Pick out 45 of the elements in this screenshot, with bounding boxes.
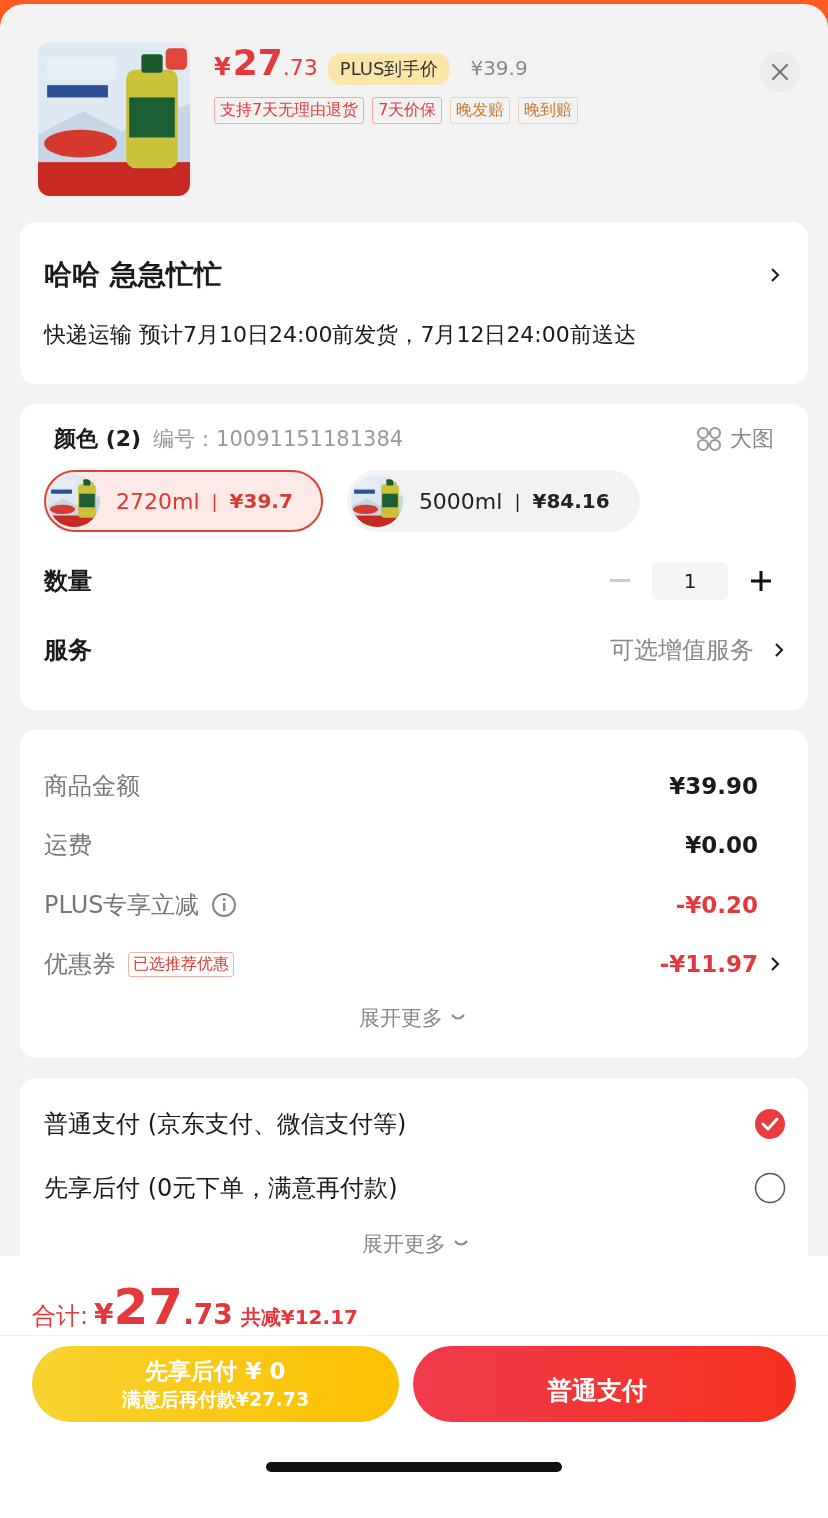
- original-price: ¥39.9: [470, 56, 528, 80]
- big-image-link[interactable]: 大图: [696, 424, 774, 454]
- cost-label: 优惠券: [44, 949, 116, 981]
- cost-label: 运费: [44, 830, 92, 862]
- service-value[interactable]: 可选增值服务: [610, 634, 754, 666]
- order-total: 合计: ¥27.73 共减¥12.17: [0, 1256, 828, 1336]
- plus-price-badge: PLUS到手价: [327, 53, 451, 85]
- payment-option[interactable]: 先享后付 (0元下单，满意再付款): [44, 1172, 398, 1204]
- recipient-name: 哈哈 急急忙忙: [44, 257, 222, 293]
- grid-icon: [696, 426, 722, 452]
- chevron-right-icon[interactable]: [770, 267, 780, 283]
- expand-more-link[interactable]: 展开更多: [44, 1230, 786, 1258]
- close-icon: [771, 63, 789, 81]
- coupon-badge: 已选推荐优惠: [128, 951, 234, 977]
- pay-button[interactable]: 普通支付: [413, 1346, 796, 1422]
- checked-radio-icon[interactable]: [754, 1108, 786, 1140]
- cost-value: -¥0.20: [675, 891, 758, 918]
- variant-option[interactable]: 2720ml | ¥39.7: [44, 470, 323, 532]
- quantity-label: 数量: [44, 566, 92, 597]
- service-tag: 7天价保: [372, 97, 443, 124]
- quantity-field[interactable]: 1: [652, 562, 728, 600]
- service-label: 服务: [44, 635, 92, 666]
- spec-label: 颜色 (2): [54, 425, 142, 453]
- service-tag: 晚发赔: [450, 97, 511, 124]
- chevron-right-icon[interactable]: [770, 956, 780, 973]
- cost-label: PLUS专享立减: [44, 889, 200, 921]
- product-price: ¥27.73: [214, 42, 318, 83]
- service-tag: 支持7天无理由退货: [214, 97, 365, 124]
- cost-value: ¥0.00: [685, 832, 758, 859]
- variant-option[interactable]: 5000ml | ¥84.16: [346, 470, 640, 532]
- radio-icon[interactable]: [754, 1172, 786, 1204]
- product-code: 编号：10091151181384: [153, 426, 404, 453]
- chevron-right-icon[interactable]: [774, 642, 784, 658]
- cost-value: ¥39.90: [669, 772, 758, 799]
- payment-option[interactable]: 普通支付 (京东支付、微信支付等): [44, 1108, 407, 1140]
- delivery-estimate: 快递运输 预计7月10日24:00前发货，7月12日24:00前送达: [44, 321, 637, 349]
- close-button[interactable]: [760, 52, 800, 92]
- expand-more-link[interactable]: 展开更多: [44, 1004, 780, 1032]
- plus-icon[interactable]: [750, 570, 772, 592]
- chevron-down-icon: [454, 1240, 468, 1248]
- cost-value: -¥11.97: [659, 951, 758, 978]
- chevron-down-icon: [451, 1014, 465, 1022]
- cost-label: 商品金额: [44, 770, 140, 802]
- info-icon[interactable]: [211, 891, 238, 918]
- service-tag: 晚到赔: [518, 97, 579, 124]
